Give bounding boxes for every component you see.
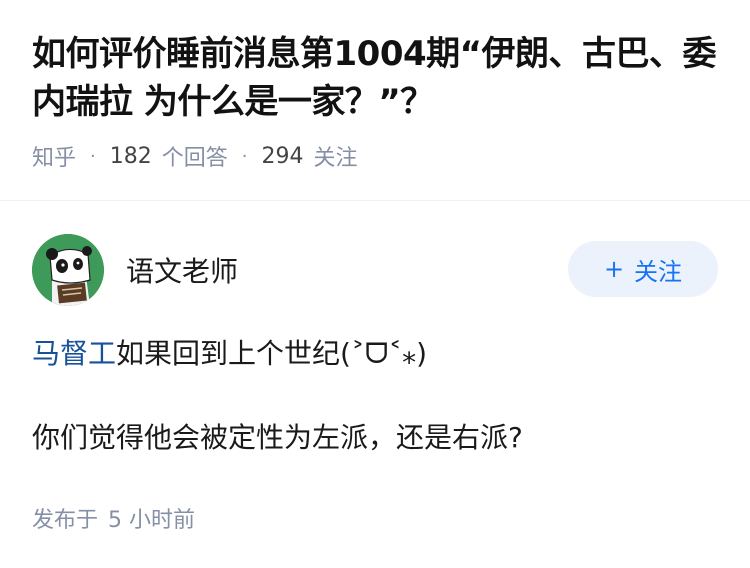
follower-count-label[interactable]: 关注: [314, 140, 358, 172]
meta-separator: ·: [90, 145, 96, 167]
answer-paragraph: 马督工如果回到上个世纪(˃ᗜ˂⁎): [32, 330, 722, 378]
user-mention-link[interactable]: 马督工: [32, 337, 116, 370]
avatar[interactable]: [32, 234, 104, 306]
source-label[interactable]: 知乎: [32, 140, 76, 172]
answer-count: 182: [109, 143, 152, 169]
answer-content: 马督工如果回到上个世纪(˃ᗜ˂⁎) 你们觉得他会被定性为左派，还是右派?: [32, 330, 722, 462]
question-meta: 知乎 · 182 个回答 · 294 关注: [32, 140, 722, 172]
meta-separator: ·: [241, 145, 248, 167]
panda-cartoon-avatar-icon: [32, 234, 104, 306]
follow-button-label: 关注: [634, 257, 683, 286]
published-time: 5 小时前: [108, 508, 196, 533]
published-label: 发布于: [32, 508, 99, 533]
plus-icon: +: [603, 255, 625, 283]
section-divider: [0, 200, 750, 201]
author-card: 语文老师 + 关注: [32, 233, 718, 307]
question-title[interactable]: 如何评价睡前消息第1004期“伊朗、古巴、委内瑞拉 为什么是一家？”？: [32, 30, 722, 126]
question-header: 如何评价睡前消息第1004期“伊朗、古巴、委内瑞拉 为什么是一家？”？ 知乎 ·…: [32, 30, 722, 172]
answer-count-label[interactable]: 个回答: [162, 140, 228, 172]
answer-text: 如果回到上个世纪(˃ᗜ˂⁎): [116, 337, 428, 370]
answer-paragraph: 你们觉得他会被定性为左派，还是右派?: [32, 421, 523, 454]
author-name[interactable]: 语文老师: [126, 250, 238, 290]
follow-button[interactable]: + 关注: [568, 241, 718, 297]
follower-count: 294: [261, 143, 304, 169]
post-meta: 发布于 5 小时前: [32, 502, 195, 534]
